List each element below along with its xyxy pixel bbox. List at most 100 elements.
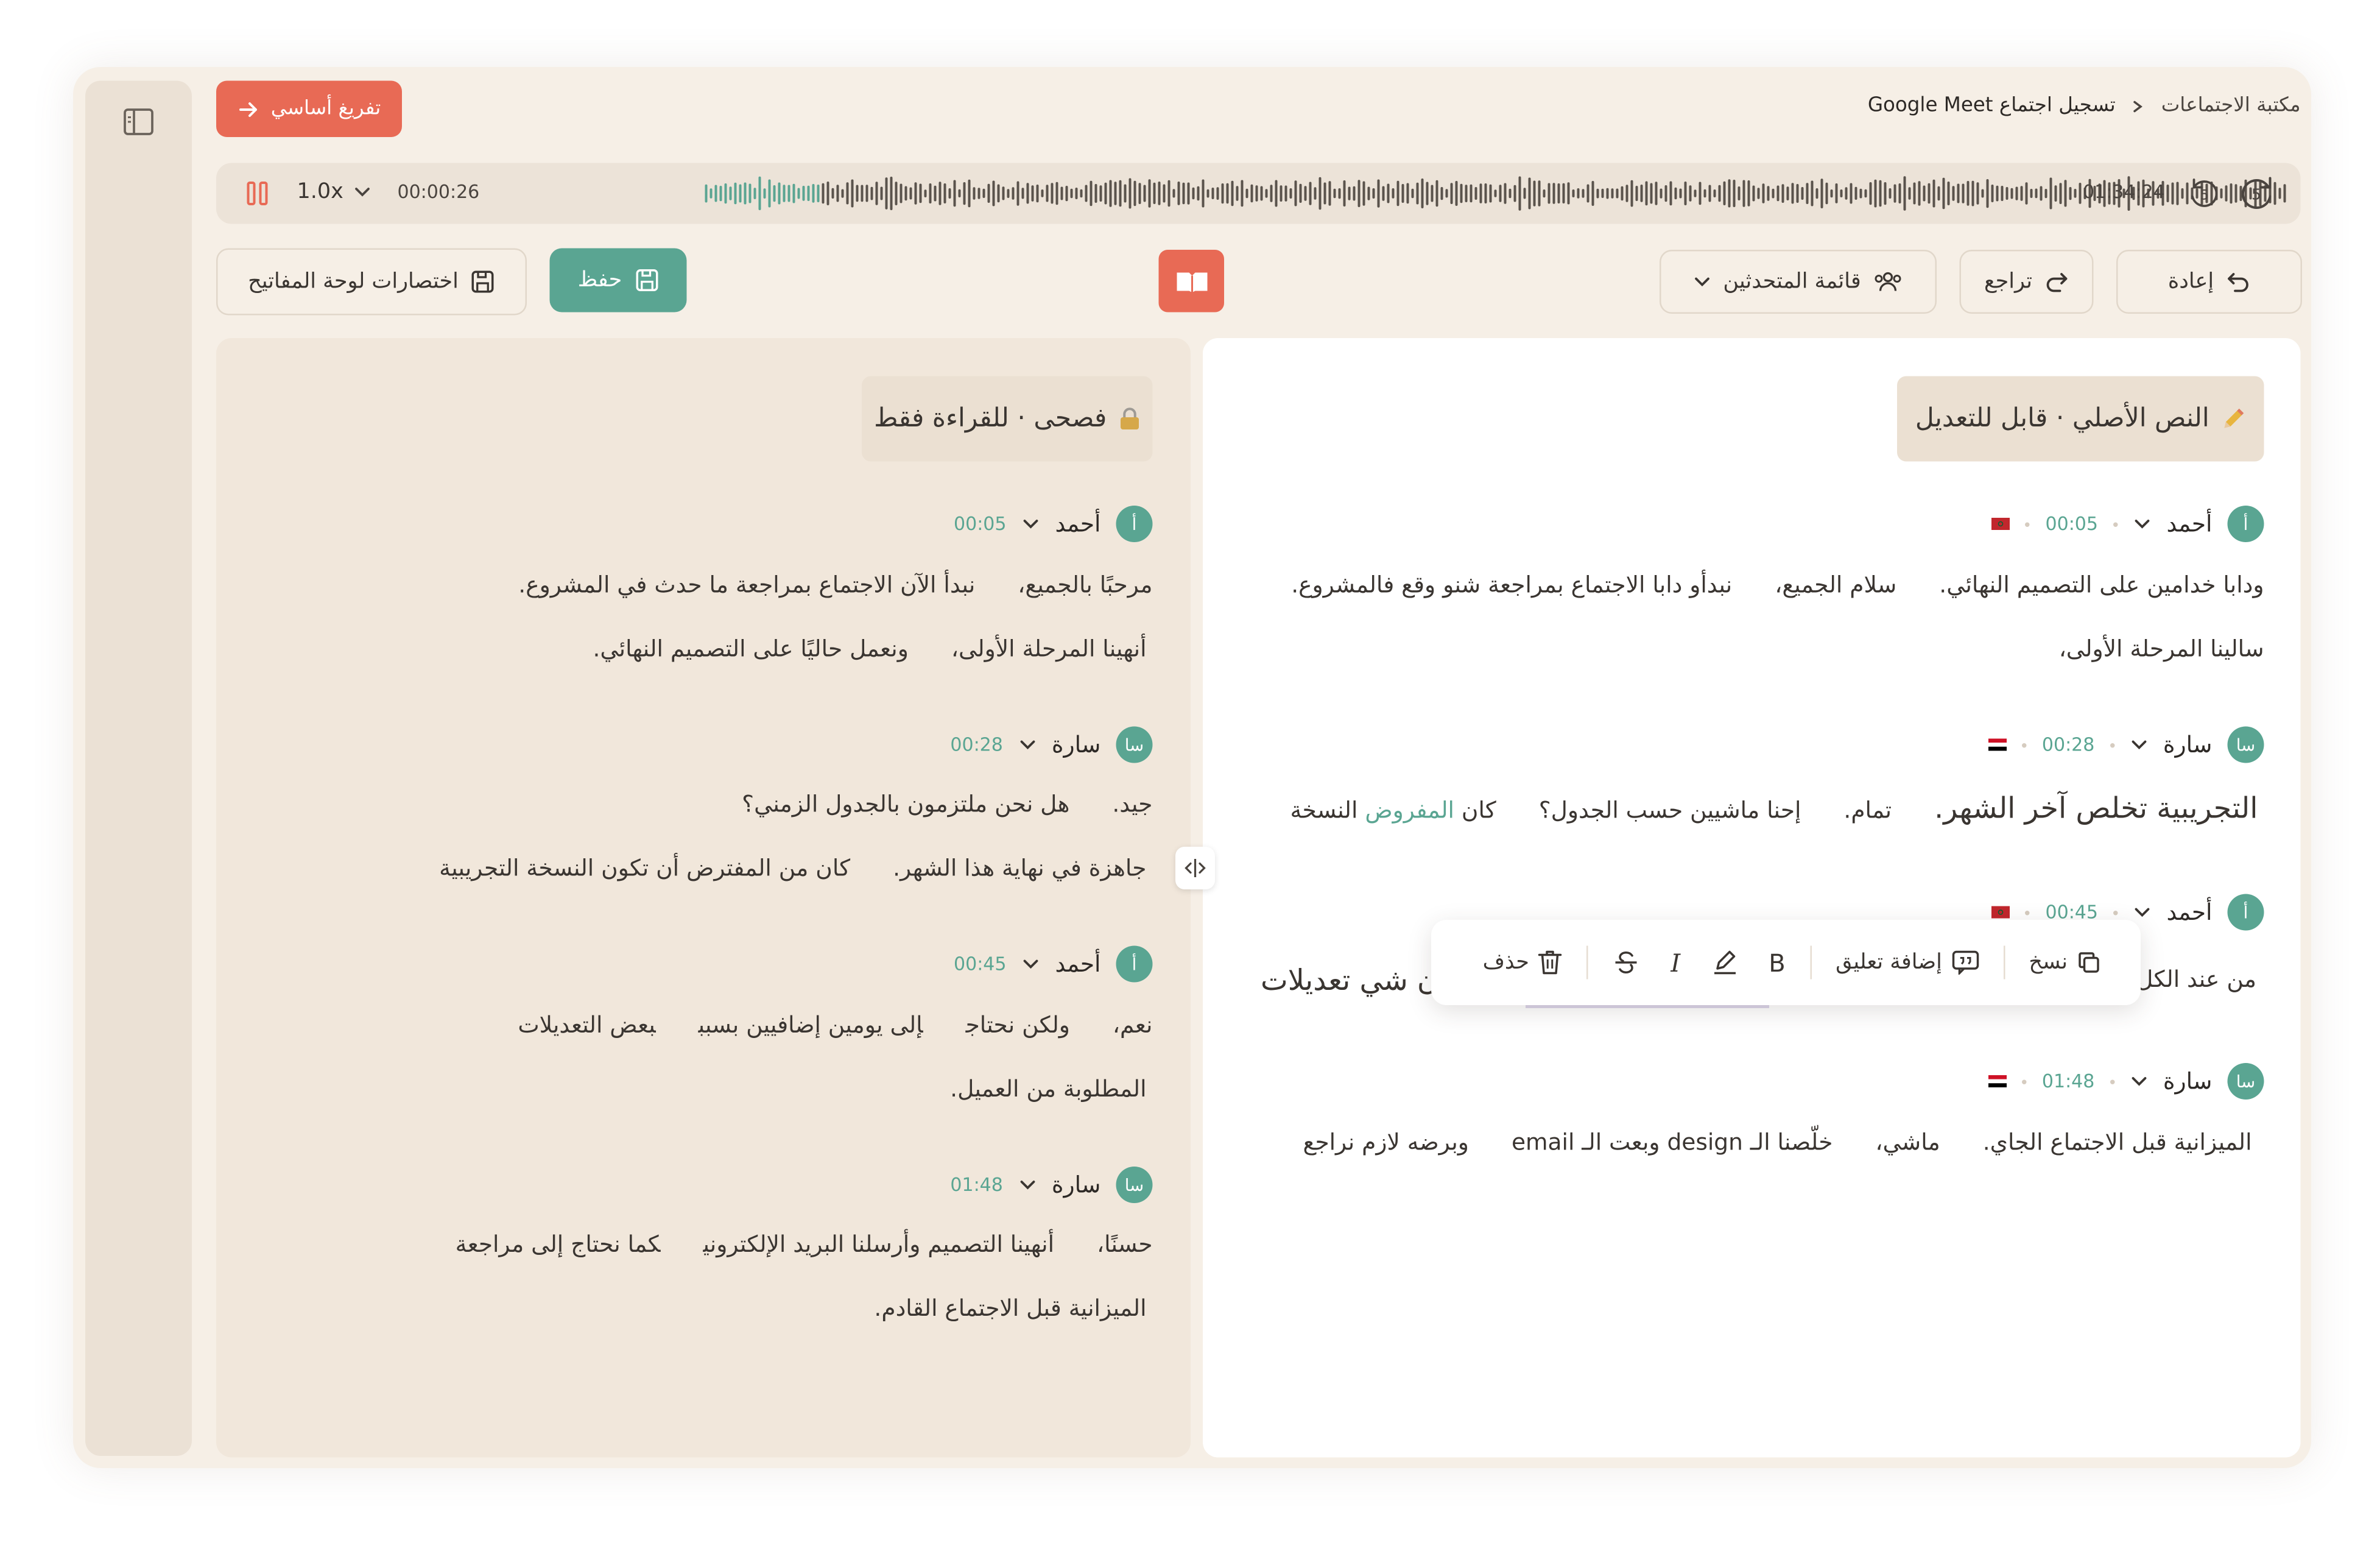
waveform-bar <box>1182 182 1185 205</box>
bold-label: B <box>1769 948 1786 977</box>
segment[interactable]: تمام. <box>1843 797 1892 824</box>
strikethrough-button[interactable] <box>1597 949 1655 976</box>
waveform-bar <box>885 177 888 210</box>
speaker-name[interactable]: سارة <box>1052 731 1101 758</box>
chevron-down-icon[interactable] <box>1018 1176 1037 1194</box>
waveform-bar <box>1119 180 1122 207</box>
waveform-bar <box>1241 180 1244 207</box>
copy-button[interactable]: نسخ <box>2013 950 2116 975</box>
transcript-line[interactable]: التجريبية تخلص آخر الشهر. تمام. إحنا ماشيي… <box>1290 792 2258 825</box>
avatar: سا <box>1116 1167 1153 1203</box>
redo-button[interactable]: إعادة <box>2116 250 2302 314</box>
speaker-name[interactable]: أحمد <box>2167 510 2213 538</box>
waveform-bar <box>1319 177 1322 210</box>
transcript-line: جاهزة في نهاية هذا الشهر. كان من المفترض … <box>396 855 1146 882</box>
waveform-bar <box>924 189 927 197</box>
transcript-line[interactable]: الميزانية قبل الاجتماع الجاي. ماشي، خلّصنا… <box>1260 1129 2251 1156</box>
waveform-bar <box>1854 186 1857 200</box>
add-comment-button[interactable]: إضافة تعليق <box>1820 950 1994 975</box>
waveform-bar <box>1781 184 1784 203</box>
segment[interactable]: الميزانية قبل الاجتماع الجاي. <box>1983 1129 2252 1156</box>
basic-transcription-button[interactable]: تفريغ أساسي <box>216 80 402 137</box>
waveform-bar <box>2166 185 2169 202</box>
waveform-bar <box>1606 188 1609 199</box>
segment: الميزانية قبل الاجتماع القادم. <box>874 1294 1147 1322</box>
waveform-bar <box>1538 180 1541 207</box>
waveform-bar <box>1747 180 1750 207</box>
segment[interactable]: ودابا خدامين على التصميم النهائي. <box>1939 571 2264 599</box>
waveform-bar <box>1280 185 1283 202</box>
pause-icon[interactable] <box>247 182 268 206</box>
transcript-line[interactable]: سالينا المرحلة الأولى، <box>2016 635 2264 663</box>
waveform-bar <box>1713 189 1716 197</box>
segment[interactable]: وبرضه لازم نراجع <box>1303 1129 1468 1156</box>
speakers-list-dropdown[interactable]: قائمة المتحدثين <box>1660 250 1937 314</box>
chevron-down-icon[interactable] <box>1022 955 1040 973</box>
segment[interactable]: من عند الكل <box>2136 966 2256 993</box>
waveform-bar <box>1504 183 1507 204</box>
highlight-button[interactable] <box>1695 949 1753 976</box>
keyboard-shortcuts-button[interactable]: اختصارات لوحة المفاتيح <box>216 248 527 316</box>
waveform-bar <box>1109 180 1112 207</box>
timestamp[interactable]: 01:48 <box>2042 1071 2094 1092</box>
highlighted-word[interactable]: المفروض <box>1365 797 1454 824</box>
italic-button[interactable]: I <box>1655 948 1695 977</box>
undo-button[interactable]: تراجع <box>1959 250 2094 314</box>
waveform-bar <box>1158 182 1161 205</box>
book-view-toggle[interactable] <box>1158 250 1224 312</box>
delete-button[interactable]: حذف <box>1468 949 1578 976</box>
speaker-name[interactable]: أحمد <box>2167 899 2213 926</box>
word[interactable]: كان <box>1462 797 1496 824</box>
timestamp[interactable]: 00:28 <box>2042 734 2094 755</box>
timestamp[interactable]: 00:05 <box>954 514 1006 535</box>
panel-resize-handle[interactable] <box>1175 847 1215 889</box>
segment[interactable]: سالينا المرحلة الأولى، <box>2059 635 2264 663</box>
chevron-down-icon[interactable] <box>2130 1072 2148 1090</box>
word[interactable]: النسخة <box>1290 797 1357 824</box>
avatar: سا <box>2227 1063 2264 1100</box>
waveform-bar <box>1060 186 1063 200</box>
speaker-name[interactable]: أحمد <box>1055 510 1101 538</box>
segment[interactable]: خلّصنا الـ design وبعت الـ email <box>1512 1129 1833 1156</box>
waveform[interactable] <box>703 175 2287 212</box>
speaker-name[interactable]: سارة <box>2163 1068 2213 1095</box>
chevron-down-icon[interactable] <box>2130 736 2148 754</box>
waveform-bar <box>1898 183 1901 203</box>
segment[interactable]: ماشي، <box>1875 1129 1940 1156</box>
chevron-down-icon[interactable] <box>1018 736 1037 754</box>
timestamp[interactable]: 00:45 <box>954 953 1006 975</box>
speed-selector[interactable]: 1.0x <box>297 180 371 204</box>
waveform-bar <box>2074 189 2077 198</box>
bold-button[interactable]: B <box>1753 948 1800 977</box>
speaker-name[interactable]: أحمد <box>1055 950 1101 978</box>
waveform-bar <box>724 183 727 204</box>
transcript-line[interactable]: ودابا خدامين على التصميم النهائي. سلام ال… <box>1248 571 2264 599</box>
breadcrumb-root[interactable]: مكتبة الاجتماعات <box>2161 94 2301 118</box>
chevron-down-icon[interactable] <box>2133 515 2152 533</box>
chevron-down-icon[interactable] <box>1022 515 1040 533</box>
segment[interactable]: كان المفروض النسخة <box>1290 797 1496 824</box>
segment[interactable]: التجريبية تخلص آخر الشهر. <box>1934 792 2258 825</box>
segment[interactable]: إحنا ماشيين حسب الجدول؟ <box>1539 797 1801 824</box>
speaker-name[interactable]: سارة <box>2163 731 2213 758</box>
skip-forward-icon[interactable]: 5 <box>2235 172 2278 215</box>
waveform-bar <box>1767 186 1770 201</box>
segment[interactable]: سلام الجميع، <box>1775 571 1896 599</box>
timestamp[interactable]: 00:05 <box>2046 514 2098 535</box>
waveform-bar <box>1801 187 1804 200</box>
waveform-bar <box>1528 177 1531 210</box>
waveform-bar <box>1674 187 1677 200</box>
chevron-down-icon[interactable] <box>2133 903 2152 922</box>
transcript-line[interactable]: ن شي تعديلات <box>1261 964 1438 998</box>
save-button[interactable]: حفظ <box>549 248 687 312</box>
segment[interactable]: نبدأو دابا الاجتماع بمراجعة شنو وقع فالم… <box>1291 571 1732 599</box>
waveform-bar <box>1255 185 1258 202</box>
waveform-bar <box>1616 188 1619 199</box>
timestamp[interactable]: 01:48 <box>950 1174 1002 1196</box>
skip-back-icon[interactable]: 5 <box>2186 175 2223 212</box>
waveform-bar <box>812 184 815 203</box>
sidebar-toggle-icon[interactable] <box>119 105 158 139</box>
speaker-name[interactable]: سارة <box>1052 1171 1101 1199</box>
segment[interactable]: ن شي تعديلات <box>1261 964 1438 998</box>
timestamp[interactable]: 00:28 <box>950 734 1002 755</box>
